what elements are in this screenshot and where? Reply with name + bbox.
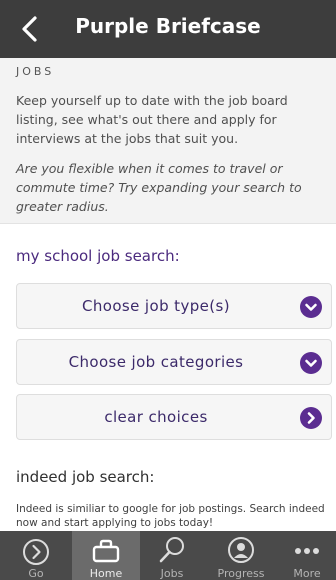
choose-job-types-label: Choose job type(s) <box>81 297 230 315</box>
clear-choices-button[interactable]: clear choices <box>16 394 332 440</box>
jobs-intro-panel: JOBS Keep yourself up to date with the j… <box>0 58 336 224</box>
tab-jobs[interactable]: Jobs <box>140 531 204 580</box>
page-title: Purple Briefcase <box>75 14 261 38</box>
tab-go[interactable]: Go <box>0 531 72 580</box>
chevron-down-circle-icon <box>300 352 322 374</box>
search-icon <box>159 537 184 563</box>
tab-jobs-label: Jobs <box>160 567 184 580</box>
tab-more-label: More <box>293 567 321 580</box>
indeed-search-heading: indeed job search: <box>16 468 155 486</box>
intro-description: Keep yourself up to date with the job bo… <box>16 93 288 146</box>
app-header: Purple Briefcase <box>0 0 336 58</box>
section-label: JOBS <box>16 65 55 78</box>
briefcase-icon <box>92 539 120 563</box>
clear-choices-label: clear choices <box>104 408 208 426</box>
tab-home-label: Home <box>89 567 123 580</box>
more-dots-icon <box>295 548 319 554</box>
choose-job-categories-label: Choose job categories <box>68 353 244 371</box>
chevron-right-circle-icon <box>300 407 322 429</box>
tab-progress-label: Progress <box>217 567 265 580</box>
tab-home[interactable]: Home <box>72 531 140 580</box>
choose-job-categories-button[interactable]: Choose job categories <box>16 339 332 385</box>
chevron-down-circle-icon <box>300 296 322 318</box>
tab-progress[interactable]: Progress <box>204 531 278 580</box>
bottom-tab-bar: Go Home Jobs Progress More <box>0 531 336 580</box>
indeed-description: Indeed is similiar to google for job pos… <box>16 503 325 529</box>
go-arrow-icon <box>23 539 49 565</box>
tab-go-label: Go <box>28 567 44 580</box>
choose-job-types-button[interactable]: Choose job type(s) <box>16 283 332 329</box>
school-search-heading: my school job search: <box>16 247 180 265</box>
progress-icon <box>228 537 254 563</box>
intro-tip: Are you flexible when it comes to travel… <box>16 161 302 214</box>
tab-more[interactable]: More <box>278 531 336 580</box>
